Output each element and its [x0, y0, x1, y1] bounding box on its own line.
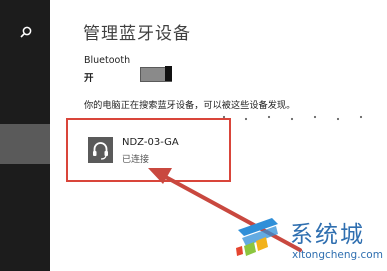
bluetooth-state: 开: [84, 73, 94, 84]
dotted-decoration: [222, 115, 363, 121]
watermark-brand: 系统城: [290, 222, 365, 248]
bluetooth-label: Bluetooth: [84, 55, 131, 66]
watermark: 系统城 xitongcheng.com: [232, 212, 383, 270]
sidebar-selected-item[interactable]: [0, 124, 50, 164]
watermark-url: xitongcheng.com: [292, 249, 383, 261]
windows-logo-icon: [236, 218, 278, 256]
toggle-knob: [165, 66, 172, 81]
charms-sidebar: [0, 0, 50, 271]
discovery-description: 你的电脑正在搜索蓝牙设备，可以被这些设备发现。: [84, 100, 296, 111]
bluetooth-toggle[interactable]: [140, 66, 172, 82]
search-icon[interactable]: [18, 25, 34, 41]
page-title: 管理蓝牙设备: [83, 24, 191, 44]
device-name: NDZ-03-GA: [122, 137, 179, 148]
device-status: 已连接: [122, 155, 150, 165]
headset-icon: [88, 137, 113, 163]
device-item[interactable]: NDZ-03-GA 已连接: [88, 137, 208, 167]
